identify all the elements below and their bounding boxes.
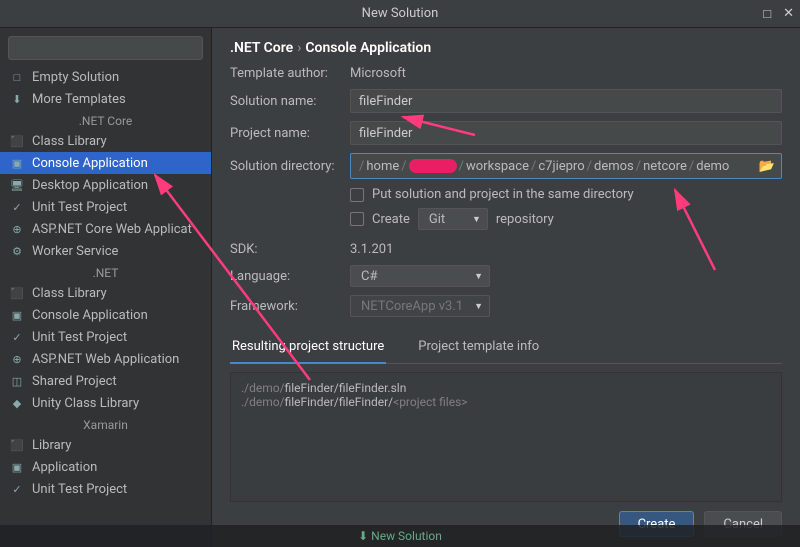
search-input[interactable] — [8, 36, 203, 60]
sidebar-item[interactable]: ⬇ More Templates — [0, 88, 211, 110]
close-icon[interactable]: ✕ — [783, 6, 794, 21]
sidebar-item[interactable]: ◫ Shared Project — [0, 370, 211, 392]
sidebar-item[interactable]: □ Empty Solution — [0, 66, 211, 88]
path-segment: home — [366, 159, 399, 174]
template-icon: ⬇ — [10, 92, 24, 106]
chevron-down-icon: ▼ — [474, 301, 483, 312]
author-label: Template author: — [230, 66, 350, 81]
template-icon: ⚙ — [10, 244, 24, 258]
same-dir-label: Put solution and project in the same dir… — [372, 187, 634, 202]
path-segment: c7jiepro — [538, 159, 584, 174]
sidebar-category: Xamarin — [0, 414, 211, 434]
sidebar-item[interactable]: ▣ Application — [0, 456, 211, 478]
tab-template-info[interactable]: Project template info — [416, 333, 541, 363]
repo-type-select[interactable]: Git▼ — [418, 208, 488, 230]
breadcrumb: .NET Core›Console Application — [230, 40, 782, 56]
solution-name-input[interactable] — [350, 89, 782, 113]
folder-open-icon[interactable]: 📂 — [759, 159, 775, 174]
framework-select: NETCoreApp v3.1▼ — [350, 295, 490, 317]
template-icon: ⬛ — [10, 438, 24, 452]
sidebar-item-label: Application — [32, 460, 97, 475]
sidebar-item-label: Console Application — [32, 308, 148, 323]
solution-name-label: Solution name: — [230, 94, 350, 109]
structure-preview: ./demo/fileFinder/fileFinder.sln ./demo/… — [230, 372, 782, 502]
sidebar-item[interactable]: ⚙ Worker Service — [0, 240, 211, 262]
path-segment: workspace — [466, 159, 529, 174]
sidebar-item-label: Unit Test Project — [32, 482, 127, 497]
create-repo-label: Create — [372, 212, 410, 227]
template-icon: ⊕ — [10, 352, 24, 366]
sidebar-item-label: Shared Project — [32, 374, 117, 389]
template-icon: ⬛ — [10, 286, 24, 300]
chevron-down-icon: ▼ — [474, 271, 483, 282]
template-icon: ✓ — [10, 482, 24, 496]
sidebar: ⌕ □Empty Solution⬇More Templates.NET Cor… — [0, 28, 212, 547]
bottom-hint: ⬇ New Solution — [0, 525, 800, 547]
titlebar: New Solution □ ✕ — [0, 0, 800, 28]
sidebar-category: .NET — [0, 262, 211, 282]
sidebar-item[interactable]: ⬛ Class Library — [0, 282, 211, 304]
template-icon: ▣ — [10, 460, 24, 474]
sidebar-item[interactable]: ⊕ ASP.NET Core Web Applicat — [0, 218, 211, 240]
template-icon: ▣ — [10, 156, 24, 170]
repo-suffix: repository — [496, 212, 554, 227]
language-select[interactable]: C#▼ — [350, 265, 490, 287]
template-icon: ◫ — [10, 374, 24, 388]
sidebar-item-label: Unity Class Library — [32, 396, 139, 411]
sidebar-item-label: Class Library — [32, 134, 107, 149]
sidebar-item-label: Unit Test Project — [32, 200, 127, 215]
sidebar-item-label: Unit Test Project — [32, 330, 127, 345]
template-icon: 🖥 — [10, 178, 24, 192]
sidebar-item-label: ASP.NET Web Application — [32, 352, 179, 367]
path-segment: netcore — [643, 159, 687, 174]
sdk-label: SDK: — [230, 242, 350, 257]
author-value: Microsoft — [350, 66, 406, 81]
template-icon: ▣ — [10, 308, 24, 322]
sidebar-item-label: Worker Service — [32, 244, 118, 259]
tab-resulting-structure[interactable]: Resulting project structure — [230, 333, 386, 364]
sidebar-item[interactable]: ✓ Unit Test Project — [0, 478, 211, 500]
sidebar-item-label: Console Application — [32, 156, 148, 171]
template-icon: ⬛ — [10, 134, 24, 148]
sidebar-item[interactable]: ⬛ Class Library — [0, 130, 211, 152]
maximize-icon[interactable]: □ — [763, 6, 771, 22]
sidebar-category: .NET Core — [0, 110, 211, 130]
tabs: Resulting project structure Project temp… — [230, 333, 782, 364]
template-icon: ✓ — [10, 330, 24, 344]
template-icon: □ — [10, 70, 24, 84]
sidebar-item-label: Desktop Application — [32, 178, 148, 193]
sidebar-item-label: More Templates — [32, 92, 126, 107]
sidebar-item[interactable]: ▣ Console Application — [0, 304, 211, 326]
redacted-segment — [409, 159, 457, 173]
solution-dir-label: Solution directory: — [230, 159, 350, 174]
path-segment: demos — [594, 159, 634, 174]
language-label: Language: — [230, 269, 350, 284]
sidebar-item-label: ASP.NET Core Web Applicat — [32, 222, 192, 237]
sidebar-item[interactable]: ✓ Unit Test Project — [0, 196, 211, 218]
sidebar-item[interactable]: ⬛ Library — [0, 434, 211, 456]
solution-dir-input[interactable]: /home//workspace/c7jiepro/demos/netcore/… — [350, 153, 782, 179]
sidebar-item-label: Library — [32, 438, 71, 453]
sidebar-item[interactable]: ⊕ ASP.NET Web Application — [0, 348, 211, 370]
template-icon: ◆ — [10, 396, 24, 410]
main-panel: .NET Core›Console Application Template a… — [212, 28, 800, 547]
path-segment: demo — [696, 159, 729, 174]
sidebar-item[interactable]: ▣ Console Application — [0, 152, 211, 174]
sidebar-item[interactable]: ◆ Unity Class Library — [0, 392, 211, 414]
chevron-down-icon: ▼ — [472, 214, 481, 225]
template-icon: ⊕ — [10, 222, 24, 236]
window-title: New Solution — [362, 6, 439, 21]
sidebar-item-label: Empty Solution — [32, 70, 119, 85]
sidebar-item[interactable]: ✓ Unit Test Project — [0, 326, 211, 348]
project-name-label: Project name: — [230, 126, 350, 141]
sdk-value: 3.1.201 — [350, 242, 393, 257]
sidebar-item[interactable]: 🖥 Desktop Application — [0, 174, 211, 196]
same-dir-checkbox[interactable] — [350, 188, 364, 202]
framework-label: Framework: — [230, 299, 350, 314]
create-repo-checkbox[interactable] — [350, 212, 364, 226]
sidebar-item-label: Class Library — [32, 286, 107, 301]
project-name-input[interactable] — [350, 121, 782, 145]
template-icon: ✓ — [10, 200, 24, 214]
